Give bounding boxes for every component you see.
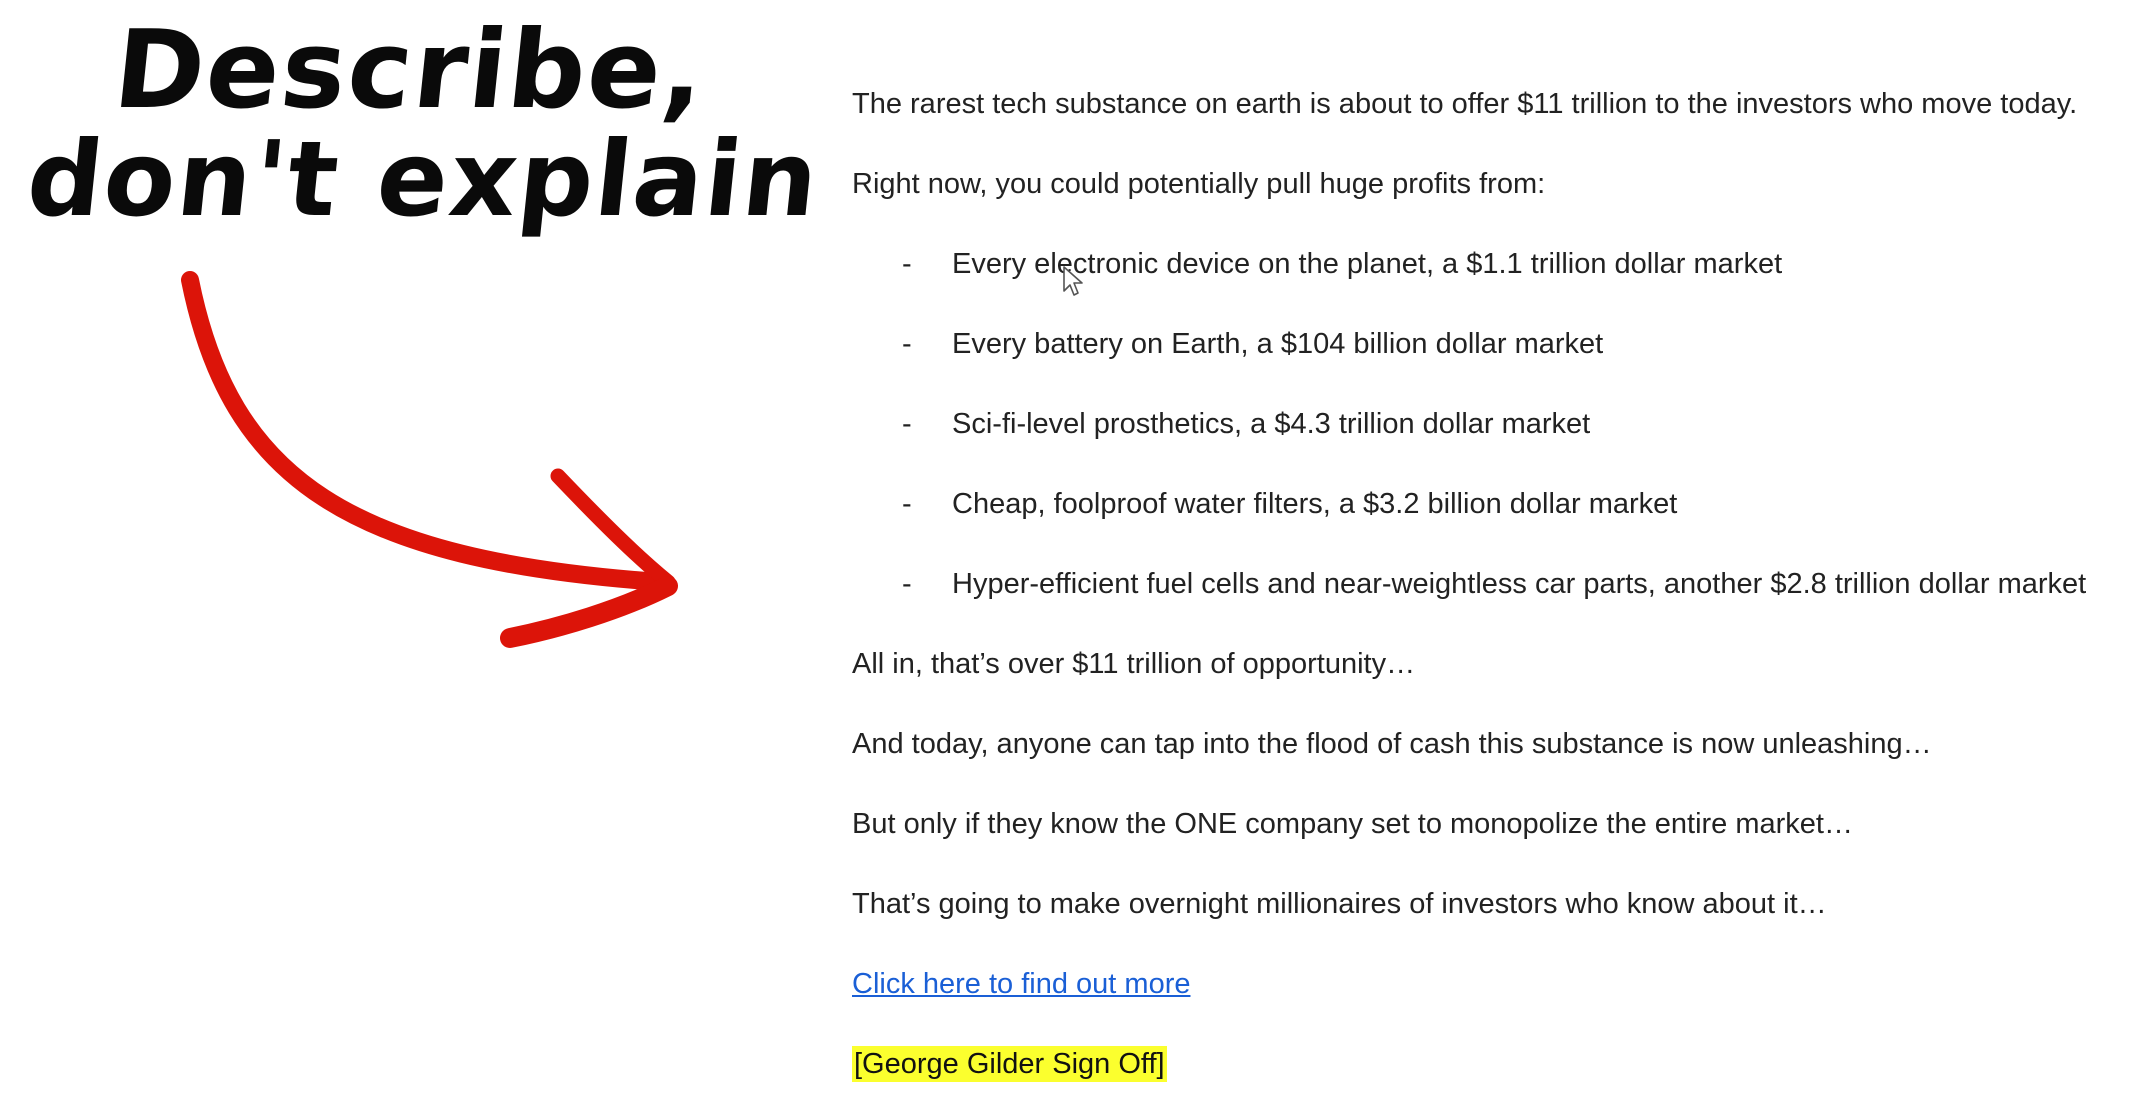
list-item-text: Sci-fi-level prosthetics, a $4.3 trillio…	[952, 408, 1591, 440]
list-item-text: Every battery on Earth, a $104 billion d…	[952, 328, 1604, 360]
handwritten-headline: Describe, don't explain	[0, 0, 826, 260]
headline-line-2: don't explain	[21, 118, 826, 240]
list-item: - Cheap, foolproof water filters, a $3.2…	[852, 484, 2142, 564]
bullet-dash: -	[902, 488, 912, 520]
millionaires-paragraph: That’s going to make overnight millionai…	[852, 888, 1827, 920]
bullet-dash: -	[902, 568, 912, 600]
company-paragraph: But only if they know the ONE company se…	[852, 808, 1853, 840]
email-copy: The rarest tech substance on earth is ab…	[852, 84, 2142, 1115]
list-item: - Every battery on Earth, a $104 billion…	[852, 324, 2142, 404]
bullet-dash: -	[902, 248, 912, 280]
find-out-more-link[interactable]: Click here to find out more	[852, 968, 1190, 1000]
list-item: - Every electronic device on the planet,…	[852, 244, 2142, 324]
intro-paragraph: The rarest tech substance on earth is ab…	[852, 88, 2078, 120]
mouse-pointer-icon	[1063, 266, 1083, 296]
slide: Describe, don't explain The rarest tech …	[0, 0, 2152, 1115]
link-paragraph: Click here to find out more	[852, 964, 2142, 1044]
signoff-highlight: [George Gilder Sign Off]	[852, 1046, 1167, 1082]
opportunity-paragraph: All in, that’s over $11 trillion of oppo…	[852, 648, 1416, 680]
list-item: - Sci-fi-level prosthetics, a $4.3 trill…	[852, 404, 2142, 484]
list-item-text: Cheap, foolproof water filters, a $3.2 b…	[952, 488, 1678, 520]
signoff-paragraph: [George Gilder Sign Off]	[852, 1044, 2142, 1115]
lead-paragraph: Right now, you could potentially pull hu…	[852, 168, 1546, 200]
today-paragraph: And today, anyone can tap into the flood…	[852, 728, 1932, 760]
bullet-dash: -	[902, 408, 912, 440]
headline-line-1: Describe,	[108, 8, 713, 133]
list-item-text: Hyper-efficient fuel cells and near-weig…	[952, 568, 2087, 600]
list-item: - Hyper-efficient fuel cells and near-we…	[852, 564, 2142, 644]
bullet-dash: -	[902, 328, 912, 360]
